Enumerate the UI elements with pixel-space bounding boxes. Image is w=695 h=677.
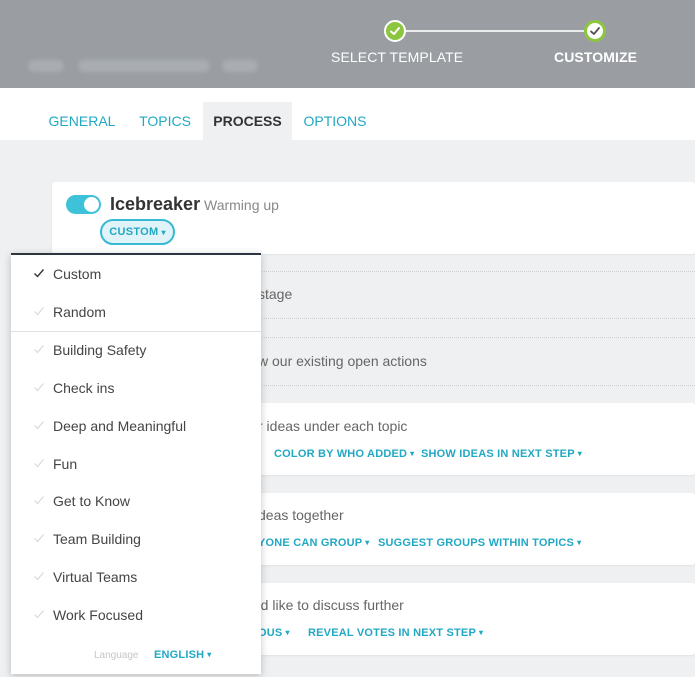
icebreaker-mode-dropdown[interactable]: CUSTOM ▾ <box>100 219 175 245</box>
menu-item-check-ins[interactable]: Check ins <box>11 369 261 407</box>
menu-item-get-to-know[interactable]: Get to Know <box>11 482 261 520</box>
anyone-can-group-dropdown[interactable]: YONE CAN GROUP ▾ <box>258 537 369 549</box>
step-label-customize[interactable]: CUSTOMIZE <box>554 49 637 65</box>
caret-down-icon: ▾ <box>577 449 582 458</box>
caret-down-icon: ▾ <box>207 650 212 659</box>
language-label: Language <box>94 650 139 661</box>
check-icon <box>34 459 44 468</box>
menu-item-label: Fun <box>53 456 78 472</box>
suggest-groups-dropdown[interactable]: SUGGEST GROUPS WITHIN TOPICS ▾ <box>378 537 581 549</box>
caret-down-icon: ▾ <box>285 628 290 637</box>
menu-item-work-focused[interactable]: Work Focused <box>11 596 261 634</box>
menu-item-building-safety[interactable]: Building Safety <box>11 331 261 369</box>
language-dropdown[interactable]: ENGLISH ▾ <box>154 649 212 661</box>
menu-item-fun[interactable]: Fun <box>11 445 261 483</box>
link-label: OUS <box>258 627 283 639</box>
caret-down-icon: ▾ <box>365 538 370 547</box>
check-icon <box>34 496 44 505</box>
color-by-who-added-dropdown[interactable]: COLOR BY WHO ADDED ▾ <box>274 448 414 460</box>
stepper-line <box>404 30 586 32</box>
row-text: stage <box>258 286 293 302</box>
language-value: ENGLISH <box>154 649 205 661</box>
link-label: SHOW IDEAS IN NEXT STEP <box>421 448 575 460</box>
caret-down-icon: ▾ <box>577 538 582 547</box>
menu-item-label: Random <box>53 304 106 320</box>
icebreaker-title: Icebreaker <box>110 194 201 214</box>
menu-item-label: Building Safety <box>53 342 147 358</box>
link-label: REVEAL VOTES IN NEXT STEP <box>308 627 476 639</box>
check-icon <box>34 534 44 543</box>
menu-item-label: Get to Know <box>53 493 131 509</box>
menu-item-random[interactable]: Random <box>11 293 261 331</box>
step-label-select-template[interactable]: SELECT TEMPLATE <box>331 49 463 65</box>
menu-item-label: Check ins <box>53 380 115 396</box>
menu-item-label: Work Focused <box>53 607 143 623</box>
link-label: SUGGEST GROUPS WITHIN TOPICS <box>378 537 575 549</box>
menu-item-custom[interactable]: Custom <box>11 255 261 293</box>
check-icon <box>34 345 44 354</box>
check-icon <box>34 307 44 316</box>
row-text: 'd like to discuss further <box>258 597 404 613</box>
menu-item-label: Team Building <box>53 531 141 547</box>
menu-item-deep-and-meaningful[interactable]: Deep and Meaningful <box>11 407 261 445</box>
step-done-check-icon <box>384 20 406 42</box>
progress-stepper: SELECT TEMPLATE CUSTOMIZE <box>0 0 695 88</box>
icebreaker-toggle[interactable] <box>66 195 101 214</box>
menu-item-team-building[interactable]: Team Building <box>11 520 261 558</box>
step-current-check-icon <box>584 20 606 42</box>
row-text: w our existing open actions <box>258 353 427 369</box>
row-text: r ideas under each topic <box>258 418 408 434</box>
check-icon <box>34 383 44 392</box>
caret-down-icon: ▾ <box>410 449 415 458</box>
icebreaker-mode-label: CUSTOM <box>109 226 159 238</box>
menu-item-virtual-teams[interactable]: Virtual Teams <box>11 558 261 596</box>
toggle-knob <box>84 197 99 212</box>
tab-options[interactable]: OPTIONS <box>294 102 376 140</box>
icebreaker-subtitle: Warming up <box>204 197 279 213</box>
check-icon <box>34 610 44 619</box>
reveal-votes-dropdown[interactable]: REVEAL VOTES IN NEXT STEP ▾ <box>308 627 483 639</box>
check-icon <box>34 269 45 278</box>
menu-item-label: Virtual Teams <box>53 569 138 585</box>
row-text: deas together <box>258 507 344 523</box>
caret-down-icon: ▾ <box>479 628 484 637</box>
caret-down-icon: ▾ <box>161 227 166 237</box>
anonymous-votes-dropdown[interactable]: OUS ▾ <box>258 627 290 639</box>
check-icon <box>34 572 44 581</box>
tab-topics[interactable]: TOPICS <box>128 102 202 140</box>
link-label: YONE CAN GROUP <box>258 537 363 549</box>
check-icon <box>34 421 44 430</box>
tab-bar: GENERAL TOPICS PROCESS OPTIONS <box>0 88 695 140</box>
menu-item-label: Custom <box>53 266 102 282</box>
tab-process[interactable]: PROCESS <box>203 102 292 140</box>
icebreaker-mode-menu: Custom Random Building Safety Check ins … <box>11 253 261 674</box>
link-label: COLOR BY WHO ADDED <box>274 448 408 460</box>
menu-item-label: Deep and Meaningful <box>53 418 187 434</box>
show-ideas-next-step-dropdown[interactable]: SHOW IDEAS IN NEXT STEP ▾ <box>421 448 582 460</box>
tab-general[interactable]: GENERAL <box>38 102 126 140</box>
